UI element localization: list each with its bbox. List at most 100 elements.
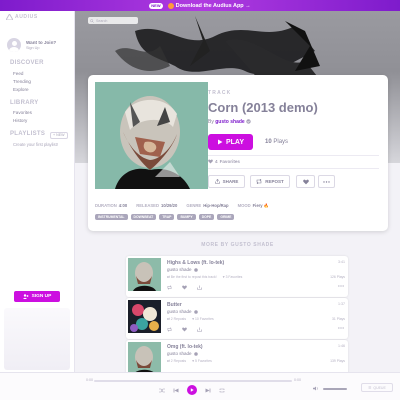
favorites-label: Favorites (219, 159, 240, 164)
repost-stat-text: 2 Reposts (170, 359, 187, 363)
track-tile-title[interactable]: Highs & Lows (ft. lo-tek) (167, 260, 224, 266)
plus-icon: + (53, 133, 56, 137)
tag[interactable]: DOPE (198, 214, 215, 220)
by-prefix: By (208, 119, 214, 125)
tag[interactable]: DOWNBEAT (130, 214, 157, 220)
new-playlist-label: NEW (56, 133, 65, 137)
track-metadata: DURATION 4:00 RELEASED 10/29/20 GENRE Hip-H… (95, 203, 269, 209)
favorite-stat-text: 5 Favorites (195, 359, 212, 363)
favorite-stat-text: 10 Favorites (195, 317, 214, 321)
signup-link[interactable]: Sign Up (26, 46, 56, 50)
logo[interactable]: AUDIUS (6, 14, 38, 20)
new-badge: NEW (149, 2, 163, 9)
previous-icon[interactable] (173, 388, 179, 393)
tag[interactable]: INSTRUMENTAL (95, 214, 128, 220)
verified-badge-icon (246, 119, 251, 124)
volume-control[interactable] (313, 386, 347, 391)
sidebar-item-favorites[interactable]: Favorites (13, 110, 32, 115)
more-dots-icon[interactable] (338, 285, 344, 287)
profile-prompt[interactable]: Want to Join? Sign Up (7, 38, 56, 52)
favorite-button[interactable] (296, 175, 315, 188)
repost-stat: ⇄ 2 Reposts (167, 359, 187, 363)
sidebar-item-trending[interactable]: Trending (13, 79, 31, 84)
playlists-empty-text[interactable]: Create your first playlist! (13, 142, 58, 147)
tag[interactable]: TRAP (159, 214, 175, 220)
elapsed-time: 0:00 (86, 378, 93, 382)
track-tile[interactable]: Highs & Lows (ft. lo-tek) gusto shade 3:… (126, 256, 348, 297)
fire-icon: 🔥 (263, 203, 270, 208)
mood-info: MOOD Fiery 🔥 (238, 203, 269, 209)
stats-divider-bottom (208, 168, 379, 169)
next-icon[interactable] (205, 388, 211, 393)
share-icon[interactable] (197, 285, 202, 290)
favorites-count[interactable]: 4 Favorites (208, 159, 240, 164)
sign-up-button[interactable]: SIGN UP (14, 291, 60, 302)
heart-icon[interactable] (182, 327, 187, 332)
more-dots-icon[interactable] (338, 327, 344, 329)
remaining-time: 0:00 (294, 378, 301, 382)
sidebar-item-feed[interactable]: Feed (13, 71, 23, 76)
sidebar-bottom-panel (4, 308, 70, 370)
tag[interactable]: BUMPY (177, 214, 196, 220)
track-tile-art (128, 300, 161, 333)
share-icon[interactable] (197, 327, 202, 332)
track-tile-actions (167, 327, 202, 332)
track-tile-stats: ⇄ 2 Reposts ♥ 10 Favorites (167, 317, 214, 321)
playlists-heading: PLAYLISTS (10, 131, 46, 137)
track-tile-artist-name: gusto shade (167, 309, 192, 314)
stats-divider-top (208, 155, 379, 156)
queue-icon: ☰ (368, 385, 372, 390)
mood-label: MOOD (237, 203, 251, 208)
track-tile-art (128, 342, 161, 375)
repeat-icon[interactable] (219, 388, 225, 393)
track-tile-artist[interactable]: gusto shade (167, 309, 198, 314)
repost-label: REPOST (265, 179, 284, 184)
heart-icon[interactable] (182, 285, 187, 290)
track-type-label: TRACK (208, 90, 232, 96)
genre-value: Hip-Hop/Rap (203, 203, 229, 208)
sidebar-item-history[interactable]: History (13, 118, 27, 123)
tag-list: INSTRUMENTAL DOWNBEAT TRAP BUMPY DOPE GR… (95, 214, 235, 220)
download-app-link[interactable]: Download the Audius App → (167, 2, 251, 9)
repost-icon[interactable] (167, 327, 172, 332)
sign-up-label: SIGN UP (31, 294, 52, 299)
released-info: RELEASED 10/29/20 (136, 203, 177, 209)
play-label: PLAY (225, 138, 245, 146)
progress-slider[interactable] (94, 380, 292, 382)
volume-slider[interactable] (323, 387, 347, 390)
search-placeholder: Search (96, 18, 108, 23)
verified-badge-icon (193, 309, 198, 314)
avatar (7, 38, 21, 52)
search-icon (90, 18, 94, 23)
track-tile-plays: 31 Plays (331, 317, 345, 321)
track-tile-artist[interactable]: gusto shade (167, 351, 198, 356)
track-tile[interactable]: Butter gusto shade 1:37 31 Plays ⇄ 2 Rep… (126, 298, 348, 339)
search-bar[interactable]: Search (88, 17, 138, 24)
shuffle-icon[interactable] (159, 388, 165, 393)
verified-badge-icon (193, 351, 198, 356)
new-playlist-button[interactable]: + NEW (50, 132, 68, 139)
track-card: TRACK Corn (2013 demo) By gusto shade PL… (88, 75, 388, 231)
share-button[interactable]: SHARE (208, 175, 245, 188)
track-tile-art (128, 258, 161, 291)
share-icon (214, 179, 220, 184)
more-by-heading: MORE BY GUSTO SHADE (201, 242, 274, 248)
released-label: RELEASED (136, 203, 159, 208)
track-tile-title[interactable]: Omg (ft. lo-tek) (167, 344, 203, 350)
play-button[interactable]: PLAY (208, 134, 253, 150)
repost-button[interactable]: REPOST (250, 175, 290, 188)
play-pause-button[interactable] (187, 385, 197, 395)
play-count: 10 Plays (265, 139, 288, 145)
sidebar-item-explore[interactable]: Explore (13, 87, 29, 92)
track-tile-artist[interactable]: gusto shade (167, 267, 198, 272)
queue-button[interactable]: ☰ QUEUE (361, 383, 393, 392)
playback-controls (159, 385, 225, 395)
volume-icon[interactable] (313, 386, 319, 391)
audius-logo-icon (6, 14, 13, 20)
track-tile-title[interactable]: Butter (167, 302, 182, 308)
repost-icon[interactable] (167, 285, 172, 290)
download-app-banner[interactable]: NEW Download the Audius App → (0, 0, 400, 11)
tag[interactable]: GRIME (217, 214, 235, 220)
more-options-button[interactable] (318, 175, 335, 188)
artist-link[interactable]: gusto shade (215, 119, 244, 125)
